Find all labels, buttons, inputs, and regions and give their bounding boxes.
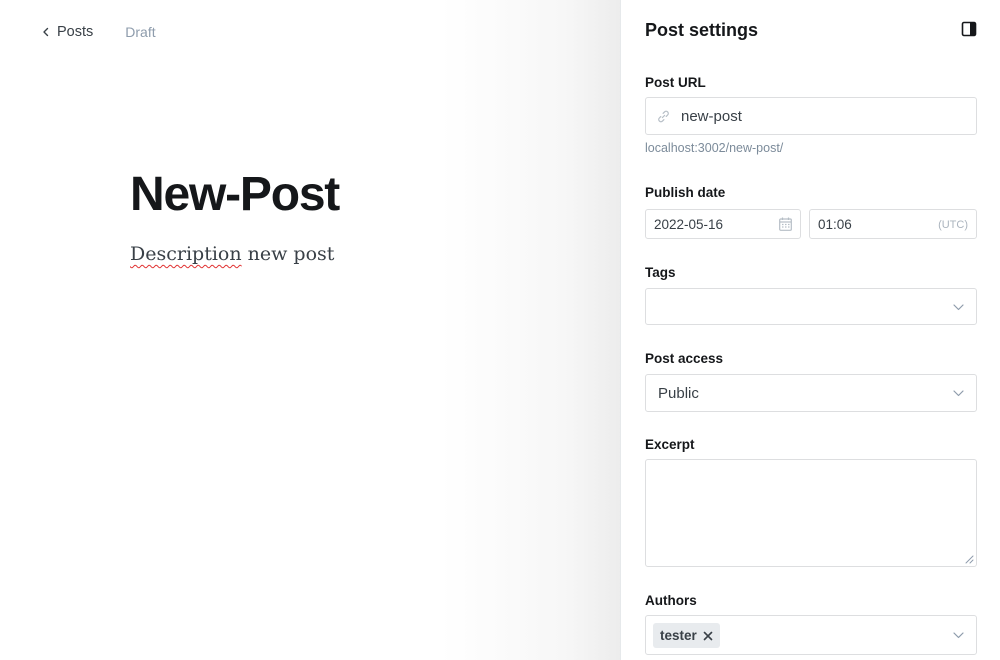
author-name: tester — [660, 628, 697, 643]
editor-pane: Posts Draft New-Post Description new pos… — [0, 0, 620, 660]
link-icon — [658, 110, 669, 123]
excerpt-textarea[interactable] — [645, 459, 977, 567]
chevron-down-icon — [953, 390, 964, 397]
post-settings-panel: Post settings Post URL new-post localhos… — [620, 0, 1000, 660]
publish-time-value: 01:06 — [818, 217, 852, 232]
post-url-label: Post URL — [645, 75, 706, 90]
post-body[interactable]: Description new post — [130, 240, 334, 268]
publish-date-input[interactable]: 2022-05-16 — [645, 209, 801, 239]
editor-topbar: Posts Draft — [40, 22, 156, 42]
back-link-label: Posts — [57, 24, 94, 40]
publish-date-label: Publish date — [645, 185, 726, 200]
editor-fade-overlay — [440, 0, 620, 660]
sidebar-toggle-icon[interactable] — [961, 21, 977, 37]
chevron-down-icon — [953, 304, 964, 311]
misspelled-word: Description — [130, 243, 242, 265]
excerpt-label: Excerpt — [645, 437, 695, 452]
author-token[interactable]: tester — [653, 623, 720, 648]
post-url-preview[interactable]: localhost:3002/new-post/ — [645, 141, 783, 155]
authors-select[interactable]: tester — [645, 615, 977, 655]
post-title[interactable]: New-Post — [130, 165, 340, 225]
post-url-value: new-post — [681, 108, 742, 125]
post-access-value: Public — [658, 385, 699, 402]
tags-label: Tags — [645, 265, 676, 280]
post-url-input[interactable]: new-post — [645, 97, 977, 135]
panel-title: Post settings — [645, 20, 759, 40]
timezone-label: (UTC) — [938, 219, 968, 231]
post-access-select[interactable]: Public — [645, 374, 977, 412]
chevron-down-icon — [953, 632, 964, 639]
publish-date-value: 2022-05-16 — [654, 217, 724, 232]
calendar-icon[interactable] — [779, 217, 792, 231]
resize-handle-icon[interactable] — [965, 555, 974, 564]
tags-select[interactable] — [645, 288, 977, 325]
back-to-posts-link[interactable]: Posts — [40, 24, 93, 40]
post-status: Draft — [125, 24, 156, 40]
post-body-text: new post — [241, 243, 335, 265]
authors-label: Authors — [645, 593, 697, 608]
publish-time-input[interactable]: 01:06 (UTC) — [809, 209, 977, 239]
post-access-label: Post access — [645, 351, 724, 366]
panel-header: Post settings — [645, 18, 977, 42]
chevron-left-icon — [43, 27, 49, 37]
close-icon[interactable] — [703, 631, 713, 641]
